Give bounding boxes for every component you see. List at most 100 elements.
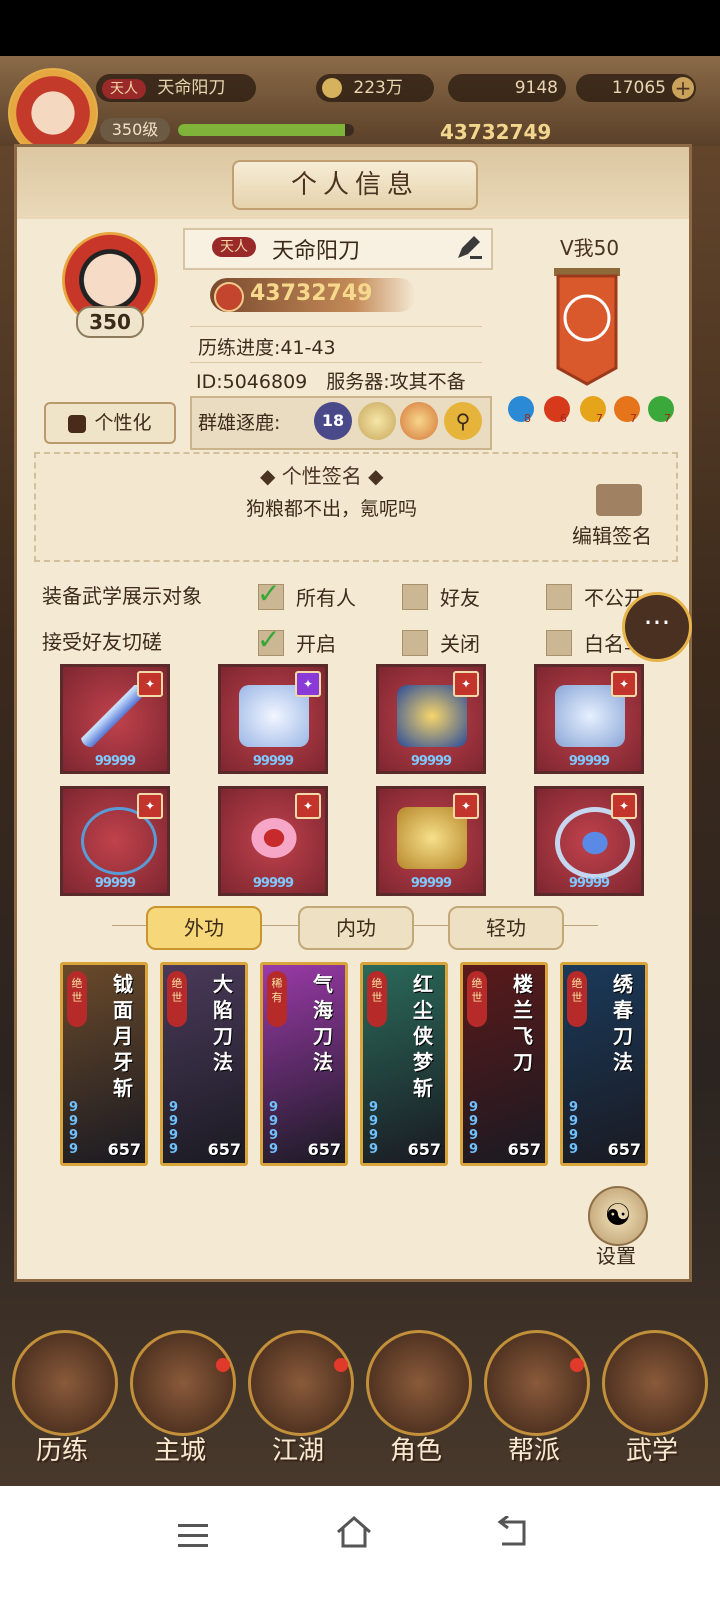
equip-boots[interactable]: ✦ 99999 [534, 664, 644, 774]
rank-badge[interactable]: 18 [314, 402, 352, 440]
skill-card[interactable]: 绝世 绣春刀法 9 9 9 9 657 [560, 962, 648, 1166]
crest-icon[interactable] [358, 402, 396, 440]
yin-yang-icon[interactable]: ☯ [588, 1186, 648, 1246]
nav-icon [12, 1330, 118, 1436]
player-name: 天命阳刀 [157, 78, 226, 98]
quality-icon: ✦ [295, 671, 321, 697]
gem-count: 7 [596, 412, 603, 425]
nav-guild[interactable]: 帮派 [478, 1330, 590, 1480]
tab-internal[interactable]: 内功 [298, 906, 414, 950]
search-icon[interactable]: ⚲ [444, 402, 482, 440]
level-badge: 350 [76, 306, 144, 338]
nav-icon [602, 1330, 708, 1436]
equip-ring[interactable]: ✦ 99999 [534, 786, 644, 896]
profile-power: 43732749 [250, 281, 373, 306]
status-bar [0, 0, 720, 56]
nav-icon [248, 1330, 354, 1436]
back-icon[interactable] [494, 1514, 530, 1548]
divider [190, 326, 482, 327]
skill-pips: 9999 [469, 1100, 479, 1157]
profile-name: 天命阳刀 [272, 239, 361, 264]
equip-weapon[interactable]: ✦ 99999 [60, 664, 170, 774]
quality-icon: ✦ [611, 671, 637, 697]
scroll-icon[interactable] [596, 484, 642, 516]
divider [190, 362, 482, 363]
equip-armor[interactable]: ✦ 99999 [218, 664, 328, 774]
skill-card[interactable]: 绝世 红尘侠梦斩 9 9 9 9 657 [360, 962, 448, 1166]
skill-card[interactable]: 稀有 气海刀法 9 9 9 9 657 [260, 962, 348, 1166]
add-gold-icon[interactable]: + [672, 77, 694, 99]
quality-icon: ✦ [137, 793, 163, 819]
nav-icon [484, 1330, 590, 1436]
skill-pips: 9999 [369, 1100, 379, 1157]
skill-pips: 9999 [269, 1100, 279, 1157]
display-target-label: 装备武学展示对象 [42, 584, 202, 608]
tab-external[interactable]: 外功 [146, 906, 262, 950]
exp-fill [178, 124, 346, 136]
equip-necklace[interactable]: ✦ 99999 [60, 786, 170, 896]
quality-icon: ✦ [453, 671, 479, 697]
silver-counter: 223万 [316, 74, 434, 102]
nav-martial-arts[interactable]: 武学 [596, 1330, 708, 1480]
nav-jianghu[interactable]: 江湖 [242, 1330, 354, 1480]
notification-dot [334, 1358, 348, 1372]
gem-count: 8 [524, 412, 531, 425]
chat-icon[interactable]: ··· [622, 592, 692, 662]
id-server: ID:5046809 服务器:攻其不备 [196, 371, 466, 393]
nav-main-city[interactable]: 主城 [124, 1330, 236, 1480]
check-icon: ✓ [257, 623, 281, 656]
edit-name-icon[interactable] [454, 232, 484, 262]
quality-icon: ✦ [295, 793, 321, 819]
equip-bracer[interactable]: ✦ 99999 [376, 786, 486, 896]
panel-title: 个人信息 [232, 160, 478, 210]
power-value: 43732749 [440, 120, 552, 144]
gem-count: 7 [630, 412, 637, 425]
exp-bar [178, 124, 354, 136]
option-off: 关闭 [440, 632, 480, 656]
checkbox-all[interactable]: ✓ [257, 577, 284, 610]
checkbox-friends[interactable] [402, 584, 428, 610]
tab-lightness[interactable]: 轻功 [448, 906, 564, 950]
skill-card[interactable]: 绝世 大陷刀法 9 9 9 9 657 [160, 962, 248, 1166]
checkbox-off[interactable] [402, 630, 428, 656]
settings-button[interactable]: 设置 [596, 1240, 636, 1269]
checkbox-on[interactable]: ✓ [257, 623, 284, 656]
nav-training[interactable]: 历练 [6, 1330, 118, 1480]
system-nav-bar [0, 1486, 720, 1600]
check-icon: ✓ [257, 577, 281, 610]
title-tag: 天人 [102, 79, 146, 99]
option-all: 所有人 [296, 586, 356, 610]
checkbox-private[interactable] [546, 584, 572, 610]
option-on: 开启 [296, 632, 336, 656]
skill-card[interactable]: 绝世 钺面月牙斩 9 9 9 9 657 [60, 962, 148, 1166]
skill-pips: 9999 [569, 1100, 579, 1157]
skill-pips: 9999 [169, 1100, 179, 1157]
nav-icon [130, 1330, 236, 1436]
training-progress: 历练进度:41-43 [198, 337, 336, 359]
signature-title: ◆ 个性签名 ◆ [260, 464, 384, 488]
signature-text: 狗粮都不出，氪呢吗 [246, 498, 418, 520]
customize-button[interactable]: 个性化 [44, 402, 176, 444]
edit-signature-button[interactable]: 编辑签名 [572, 520, 652, 549]
player-level: 350级 [100, 118, 170, 142]
quality-icon: ✦ [453, 793, 479, 819]
checkbox-whitelist[interactable] [546, 630, 572, 656]
skill-card[interactable]: 绝世 楼兰飞刀 9 9 9 9 657 [460, 962, 548, 1166]
skill-pips: 9999 [69, 1100, 79, 1157]
nav-character[interactable]: 角色 [360, 1330, 472, 1480]
gem-count: 6 [560, 412, 567, 425]
nav-icon [366, 1330, 472, 1436]
player-name-plate: 天人 天命阳刀 [96, 74, 256, 102]
equip-hairpin[interactable]: ✦ 99999 [218, 786, 328, 896]
ingot-counter: 9148 [448, 74, 566, 102]
coat-icon [68, 414, 87, 433]
notification-dot [570, 1358, 584, 1372]
hero-contest-label: 群雄逐鹿: [198, 412, 281, 434]
home-icon[interactable] [334, 1512, 374, 1552]
gold-counter: 17065 + [576, 74, 696, 102]
vip-banner[interactable] [544, 268, 630, 386]
equip-belt[interactable]: ✦ 99999 [376, 664, 486, 774]
notification-dot [216, 1358, 230, 1372]
menu-icon[interactable] [176, 1522, 212, 1550]
crossed-swords-icon[interactable] [400, 402, 438, 440]
